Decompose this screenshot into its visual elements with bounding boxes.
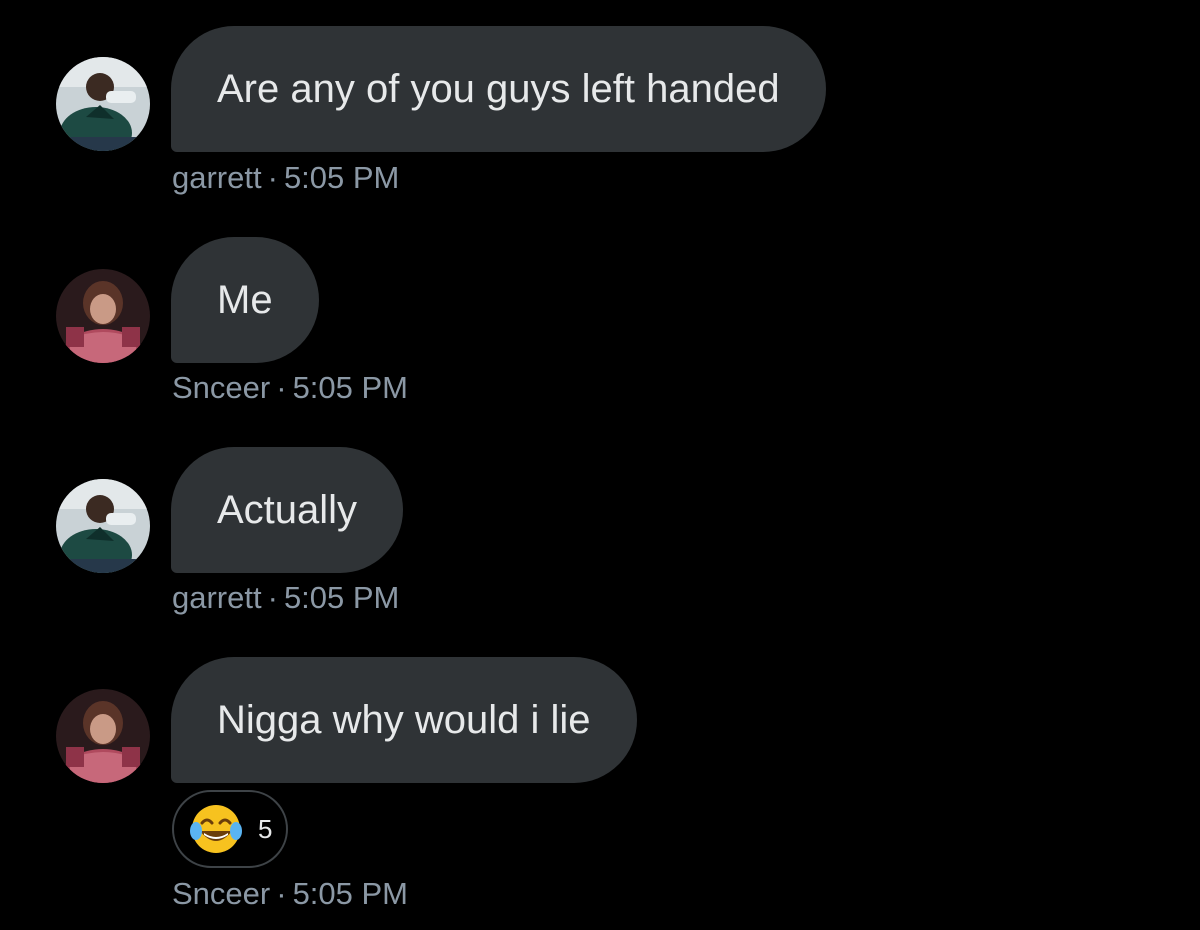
face-with-tears-of-joy-icon bbox=[188, 801, 244, 857]
meta-separator: · bbox=[276, 370, 287, 405]
message-meta: Snceer · 5:05 PM bbox=[172, 876, 408, 912]
dm-conversation-thread: Are any of you guys left handed garrett ·… bbox=[0, 0, 1200, 930]
message-bubble[interactable]: Nigga why would i lie bbox=[171, 657, 637, 783]
message-meta: garrett · 5:05 PM bbox=[172, 580, 399, 616]
message-bubble[interactable]: Me bbox=[171, 237, 319, 363]
message-meta: garrett · 5:05 PM bbox=[172, 160, 399, 196]
message-text: Are any of you guys left handed bbox=[217, 66, 780, 111]
woman-portrait-avatar-icon[interactable] bbox=[56, 689, 150, 783]
reaction-count: 5 bbox=[258, 813, 273, 844]
message-text: Nigga why would i lie bbox=[217, 697, 591, 742]
sender-name[interactable]: Snceer bbox=[172, 370, 270, 405]
message-text: Actually bbox=[217, 487, 358, 532]
message-timestamp: 5:05 PM bbox=[283, 580, 400, 615]
message-timestamp: 5:05 PM bbox=[292, 876, 409, 911]
woman-portrait-avatar-icon[interactable] bbox=[56, 269, 150, 363]
meta-separator: · bbox=[276, 876, 287, 911]
message-timestamp: 5:05 PM bbox=[283, 160, 400, 195]
message-timestamp: 5:05 PM bbox=[292, 370, 409, 405]
reaction-pill[interactable]: 5 bbox=[172, 790, 288, 868]
sender-name[interactable]: garrett bbox=[172, 160, 262, 195]
football-player-avatar-icon[interactable] bbox=[56, 479, 150, 573]
sender-name[interactable]: garrett bbox=[172, 580, 262, 615]
meta-separator: · bbox=[267, 160, 278, 195]
message-bubble[interactable]: Actually bbox=[171, 447, 404, 573]
sender-name[interactable]: Snceer bbox=[172, 876, 270, 911]
meta-separator: · bbox=[267, 580, 278, 615]
message-meta: Snceer · 5:05 PM bbox=[172, 370, 408, 406]
message-text: Me bbox=[217, 277, 273, 322]
message-bubble[interactable]: Are any of you guys left handed bbox=[171, 26, 826, 152]
football-player-avatar-icon[interactable] bbox=[56, 57, 150, 151]
